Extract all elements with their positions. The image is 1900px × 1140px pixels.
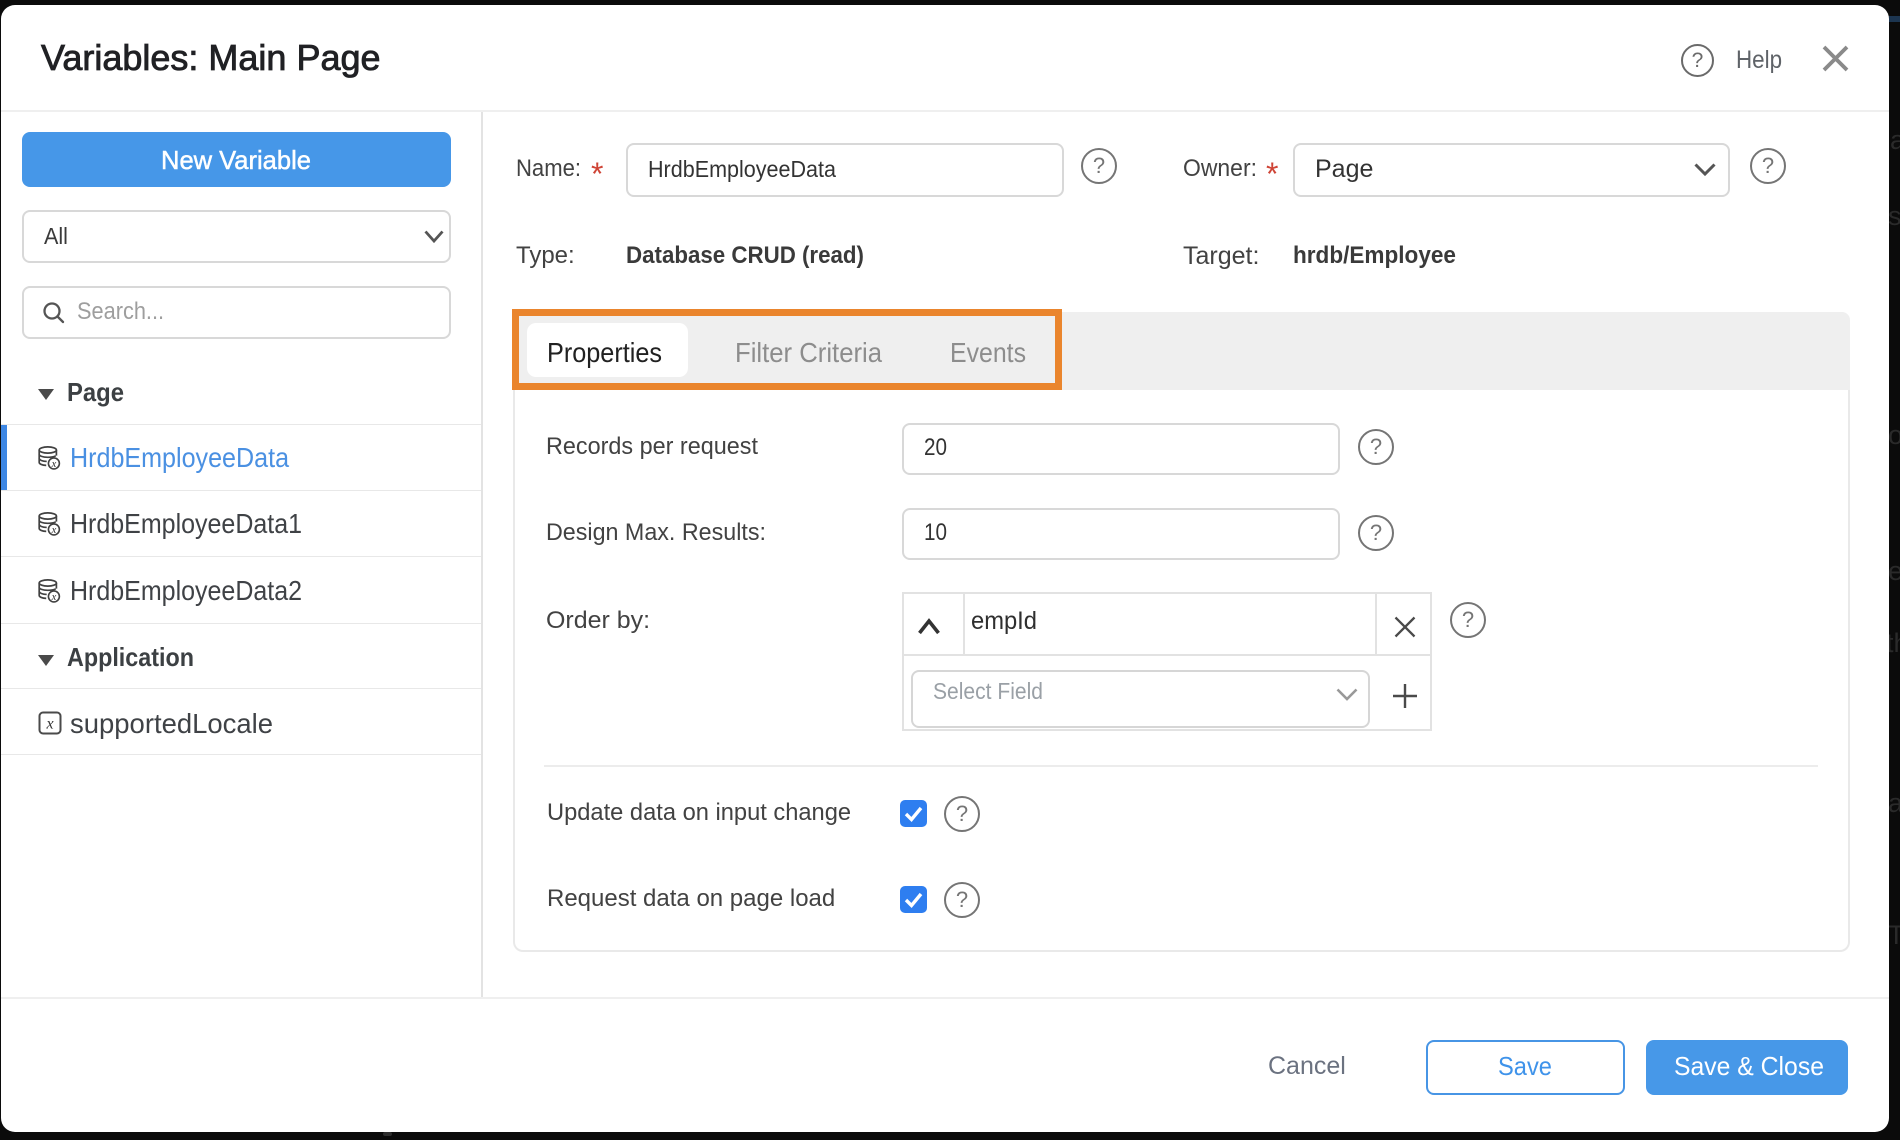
svg-text:x: x bbox=[51, 525, 57, 536]
svg-text:x: x bbox=[45, 716, 53, 733]
svg-text:x: x bbox=[51, 459, 57, 470]
svg-text:x: x bbox=[51, 592, 57, 603]
